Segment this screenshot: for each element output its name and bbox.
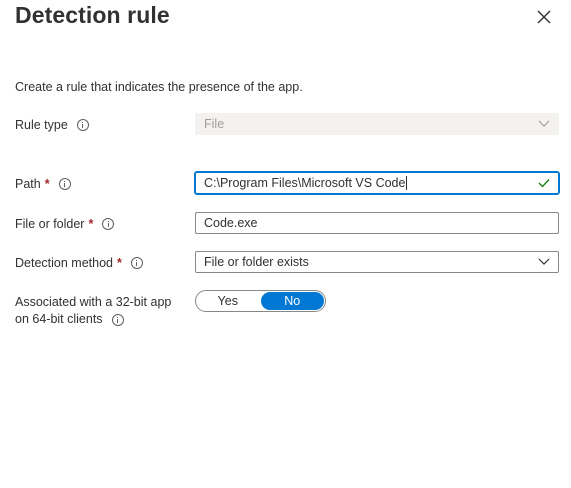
associated-32bit-label-line2-row: on 64-bit clients xyxy=(15,311,171,328)
associated-32bit-label-line2: on 64-bit clients xyxy=(15,312,103,326)
chevron-down-icon xyxy=(530,252,558,272)
checkmark-icon xyxy=(530,173,558,193)
close-icon xyxy=(537,10,551,24)
info-icon[interactable] xyxy=(111,313,124,326)
file-or-folder-value: Code.exe xyxy=(204,216,258,230)
file-or-folder-label-row: File or folder * xyxy=(15,217,115,231)
info-icon[interactable] xyxy=(76,119,89,131)
panel-description: Create a rule that indicates the presenc… xyxy=(15,80,303,94)
rule-type-dropdown: File xyxy=(195,113,559,135)
path-input-text: C:\Program Files\Microsoft VS Code xyxy=(204,175,408,191)
toggle-option-no[interactable]: No xyxy=(260,292,324,310)
rule-type-value: File xyxy=(204,117,225,131)
required-marker: * xyxy=(116,256,122,270)
path-input[interactable]: C:\Program Files\Microsoft VS Code xyxy=(194,171,560,195)
toggle-option-yes[interactable]: Yes xyxy=(196,291,260,311)
file-or-folder-label: File or folder xyxy=(15,217,85,231)
rule-type-label: Rule type xyxy=(15,118,68,132)
detection-rule-panel: Detection rule Create a rule that indica… xyxy=(0,0,571,488)
required-marker: * xyxy=(44,177,50,191)
chevron-down-icon xyxy=(530,114,558,134)
detection-method-label-row: Detection method * xyxy=(15,256,143,270)
associated-32bit-label: Associated with a 32-bit app on 64-bit c… xyxy=(15,294,171,328)
detection-method-dropdown[interactable]: File or folder exists xyxy=(195,251,559,273)
info-icon[interactable] xyxy=(102,218,115,230)
detection-method-value: File or folder exists xyxy=(204,255,309,269)
path-label: Path xyxy=(15,177,41,191)
associated-32bit-toggle[interactable]: Yes No xyxy=(195,290,326,312)
associated-32bit-label-line1: Associated with a 32-bit app xyxy=(15,295,172,309)
detection-method-label: Detection method xyxy=(15,256,113,270)
required-marker: * xyxy=(88,217,94,231)
close-button[interactable] xyxy=(532,5,556,29)
info-icon[interactable] xyxy=(58,178,71,190)
path-label-row: Path * xyxy=(15,177,71,191)
file-or-folder-input[interactable]: Code.exe xyxy=(195,212,559,234)
info-icon[interactable] xyxy=(130,257,143,269)
rule-type-label-row: Rule type xyxy=(15,118,89,132)
panel-title: Detection rule xyxy=(15,2,170,28)
